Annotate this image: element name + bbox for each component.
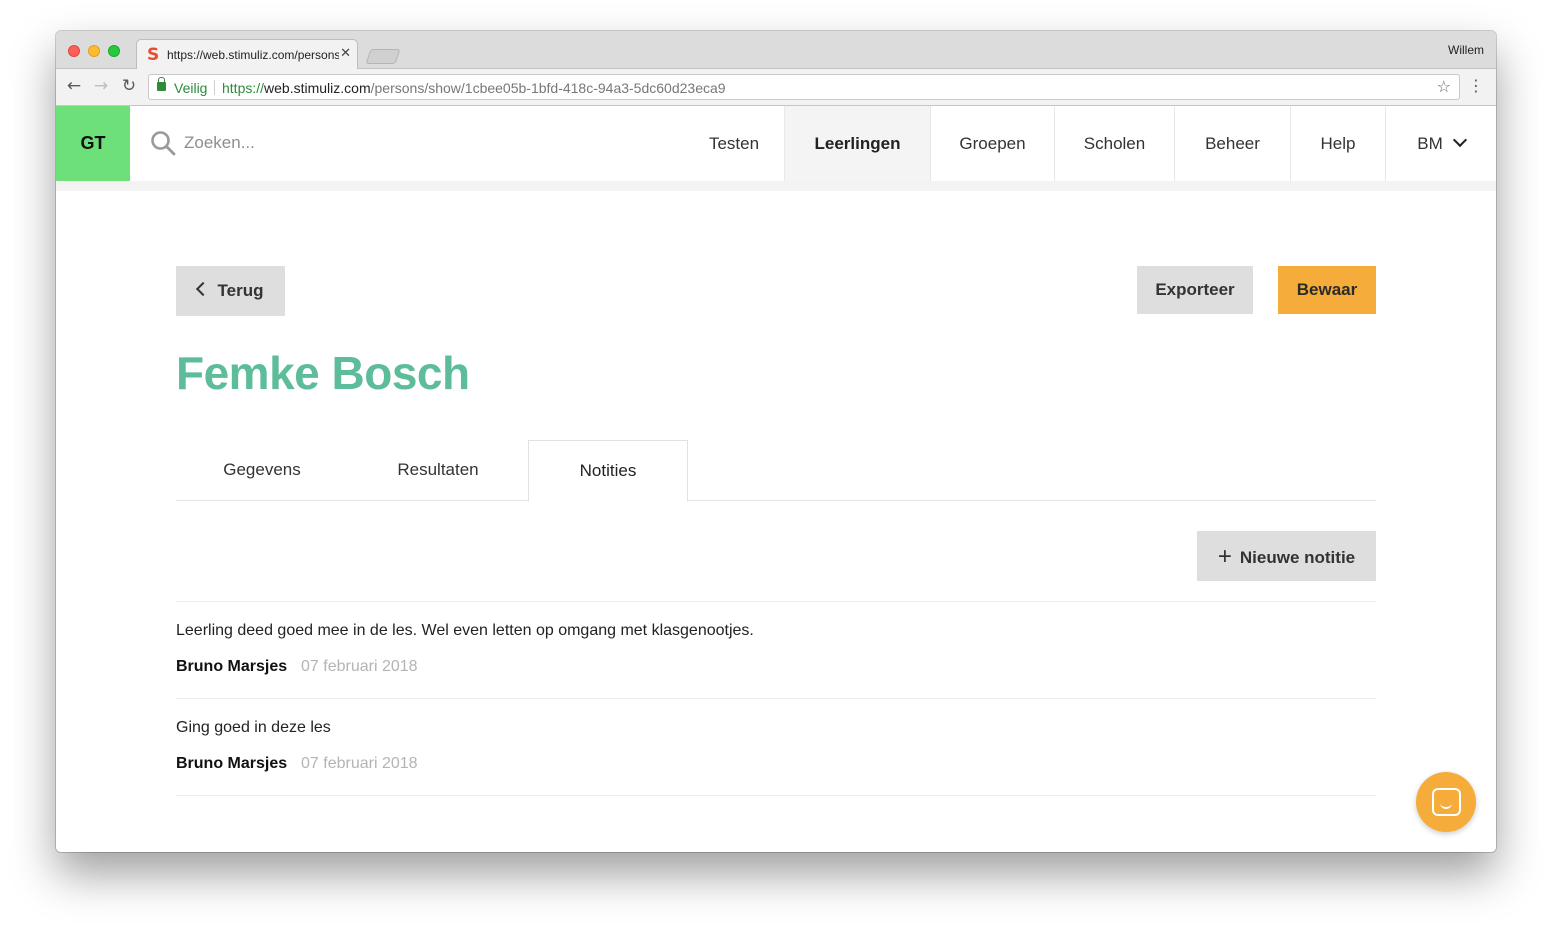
tab-close-icon[interactable]: ✕ [340,46,351,61]
nav-item-leerlingen[interactable]: Leerlingen [784,106,930,181]
browser-tab[interactable]: S https://web.stimuliz.com/persons/show … [136,39,358,70]
url-host: web.stimuliz.com [264,80,371,96]
new-note-button[interactable]: + Nieuwe notitie [1197,531,1376,581]
user-initials: BM [1417,134,1443,153]
bookmark-star-icon[interactable]: ☆ [1437,77,1451,96]
tab-gegevens[interactable]: Gegevens [176,440,348,501]
reload-icon[interactable]: ↻ [117,74,141,98]
browser-window: S https://web.stimuliz.com/persons/show … [56,31,1496,852]
back-arrow-icon[interactable]: ← [62,74,86,98]
chat-launcher-button[interactable] [1416,772,1476,832]
nav-item-scholen[interactable]: Scholen [1054,106,1174,181]
url-text[interactable]: https://web.stimuliz.com/persons/show/1c… [222,80,726,96]
tab-resultaten[interactable]: Resultaten [348,440,528,501]
list-item: Leerling deed goed mee in de les. Wel ev… [176,602,1376,699]
user-menu[interactable]: BM [1385,106,1496,181]
chevron-down-icon [1452,132,1467,148]
browser-titlebar: S https://web.stimuliz.com/persons/show … [56,31,1496,70]
page-title: Femke Bosch [176,347,470,399]
header-divider [56,181,1496,191]
chat-icon [1432,788,1461,816]
back-button-label: Terug [217,281,264,300]
url-scheme: https:// [222,80,265,96]
nav-item-help[interactable]: Help [1290,106,1385,181]
maximize-window-button[interactable] [108,45,120,57]
back-button[interactable]: Terug [176,266,285,316]
note-author: Bruno Marsjes [176,755,288,772]
note-author: Bruno Marsjes [176,658,288,675]
app-logo[interactable]: GT [56,106,130,181]
nav-item-beheer[interactable]: Beheer [1174,106,1290,181]
url-path: /persons/show/1cbee05b-1bfd-418c-94a3-5d… [370,80,726,96]
nav-item-groepen[interactable]: Groepen [930,106,1054,181]
save-button[interactable]: Bewaar [1278,266,1376,314]
close-window-button[interactable] [68,45,80,57]
screen: S https://web.stimuliz.com/persons/show … [0,0,1552,932]
new-note-label: Nieuwe notitie [1239,548,1356,567]
note-text: Leerling deed goed mee in de les. Wel ev… [176,622,754,639]
favicon-icon: S [147,45,160,65]
plus-icon: + [1217,543,1232,570]
note-date: 07 februari 2018 [301,658,418,675]
lock-icon [157,77,166,91]
minimize-window-button[interactable] [88,45,100,57]
browser-menu-icon[interactable]: ⋮ [1468,76,1484,96]
browser-toolbar: ← → ↻ Veilig https://web.stimuliz.com/pe… [56,69,1496,106]
profile-name[interactable]: Willem [1448,43,1484,57]
nav-item-testen[interactable]: Testen [684,106,784,181]
note-date: 07 februari 2018 [301,755,418,772]
app-content: GT Testen Leerlingen Groepen Scholen Beh… [56,106,1496,852]
address-bar[interactable]: Veilig https://web.stimuliz.com/persons/… [148,74,1460,100]
search-icon [151,131,176,156]
app-header: GT Testen Leerlingen Groepen Scholen Beh… [56,106,1496,181]
note-text: Ging goed in deze les [176,719,331,736]
list-item: Ging goed in deze les Bruno Marsjes 07 f… [176,699,1376,796]
forward-arrow-icon[interactable]: → [89,74,113,98]
browser-tab-title: https://web.stimuliz.com/persons/show [167,48,339,62]
export-button[interactable]: Exporteer [1137,266,1253,314]
chevron-left-icon [195,281,210,297]
search-input[interactable] [184,128,484,158]
address-separator [214,80,215,95]
tab-bar: Gegevens Resultaten Notities [176,440,1376,502]
secure-label: Veilig [174,80,208,96]
tab-notities[interactable]: Notities [528,440,688,502]
new-tab-button[interactable] [365,49,401,64]
